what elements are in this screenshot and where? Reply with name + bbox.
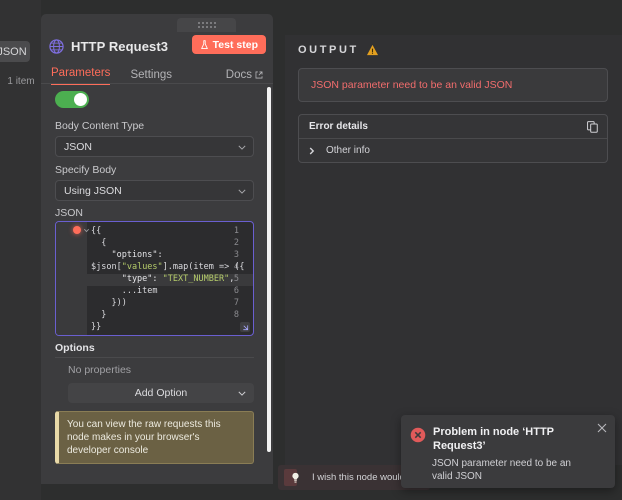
input-json-badge[interactable]: JSON [0, 41, 30, 62]
editor-code-content: {{ { "options":$json["values"].map(item … [91, 225, 251, 333]
chevron-right-icon [309, 147, 315, 155]
select-value-specify-body: Using JSON [64, 185, 122, 197]
ndv-tabs: Parameters Settings Docs [41, 62, 273, 85]
close-icon[interactable] [597, 423, 607, 433]
editor-code-line: } [91, 309, 251, 321]
toast-title: Problem in node ‘HTTP Request3’ [433, 425, 588, 453]
test-step-label: Test step [213, 39, 258, 51]
add-option-button[interactable]: Add Option [68, 383, 254, 403]
error-circle-icon [410, 427, 426, 443]
node-parameters-panel: HTTP Request3 Test step Parameters Setti… [41, 14, 273, 484]
copy-icon[interactable] [587, 121, 598, 133]
options-section-title: Options [55, 342, 95, 354]
output-header: OUTPUT [298, 44, 379, 56]
field-label-json: JSON [55, 207, 83, 219]
add-option-label: Add Option [135, 387, 188, 399]
toast-message: JSON parameter need to be an valid JSON [432, 457, 592, 483]
globe-icon [49, 39, 64, 54]
resize-arrow-icon [242, 324, 249, 331]
no-properties-text: No properties [68, 364, 131, 376]
test-step-button[interactable]: Test step [192, 35, 266, 54]
output-title: OUTPUT [298, 44, 359, 56]
error-details-row: Error details [299, 115, 607, 139]
parameters-scrollbar[interactable] [267, 87, 271, 452]
fold-chevron-icon[interactable] [83, 227, 90, 234]
editor-code-line: })) [91, 297, 251, 309]
select-value-body-content-type: JSON [64, 141, 92, 153]
error-details-card: Error details Other info [298, 114, 608, 163]
error-details-label: Error details [309, 121, 368, 132]
other-info-label: Other info [326, 145, 370, 156]
chevron-down-icon [238, 189, 246, 194]
external-link-icon [255, 71, 263, 79]
node-header: HTTP Request3 Test step [41, 28, 273, 64]
output-panel: OUTPUT JSON parameter need to be an vali… [285, 35, 622, 465]
lightbulb-icon [291, 472, 300, 484]
editor-code-line: "type": "TEXT_NUMBER", [91, 273, 251, 285]
output-error-message: JSON parameter need to be an valid JSON [298, 68, 608, 102]
error-toast: Problem in node ‘HTTP Request3’ JSON par… [401, 415, 615, 488]
docs-label: Docs [226, 69, 252, 81]
feedback-label: I wish this node would... [312, 472, 413, 483]
editor-resize-handle[interactable] [240, 322, 250, 332]
feedback-icon-box [284, 469, 297, 486]
editor-code-line: "options": [91, 249, 251, 261]
json-code-editor[interactable]: 12345678 {{ { "options":$json["values"].… [55, 221, 254, 336]
flask-icon [200, 40, 209, 50]
error-marker-icon[interactable] [73, 226, 81, 234]
canvas-left-strip: JSON 1 item [0, 0, 41, 500]
input-item-count: 1 item [2, 76, 40, 87]
options-divider [55, 357, 254, 358]
field-body-content-type: Body Content Type JSON [55, 120, 254, 157]
tabs-divider [41, 83, 273, 84]
editor-code-line: $json["values"].map(item => ({ [91, 261, 251, 273]
editor-code-line: }} [91, 321, 251, 333]
editor-code-line: {{ [91, 225, 251, 237]
node-enabled-toggle[interactable] [55, 91, 89, 108]
node-title: HTTP Request3 [71, 39, 168, 54]
other-info-row[interactable]: Other info [299, 139, 607, 162]
parameters-scroll-body: Body Content Type JSON Specify Body Usin… [41, 85, 273, 484]
chevron-down-icon [238, 391, 246, 396]
field-label-specify-body: Specify Body [55, 164, 254, 176]
field-specify-body: Specify Body Using JSON [55, 164, 254, 201]
chevron-down-icon [238, 145, 246, 150]
select-specify-body[interactable]: Using JSON [55, 180, 254, 201]
editor-code-line: ...item [91, 285, 251, 297]
field-label-body-content-type: Body Content Type [55, 120, 254, 132]
select-body-content-type[interactable]: JSON [55, 136, 254, 157]
warning-triangle-icon [366, 44, 379, 56]
developer-console-notice: You can view the raw requests this node … [55, 411, 254, 464]
editor-code-line: { [91, 237, 251, 249]
app-root: JSON 1 item HTTP Request3 Test step [0, 0, 622, 500]
